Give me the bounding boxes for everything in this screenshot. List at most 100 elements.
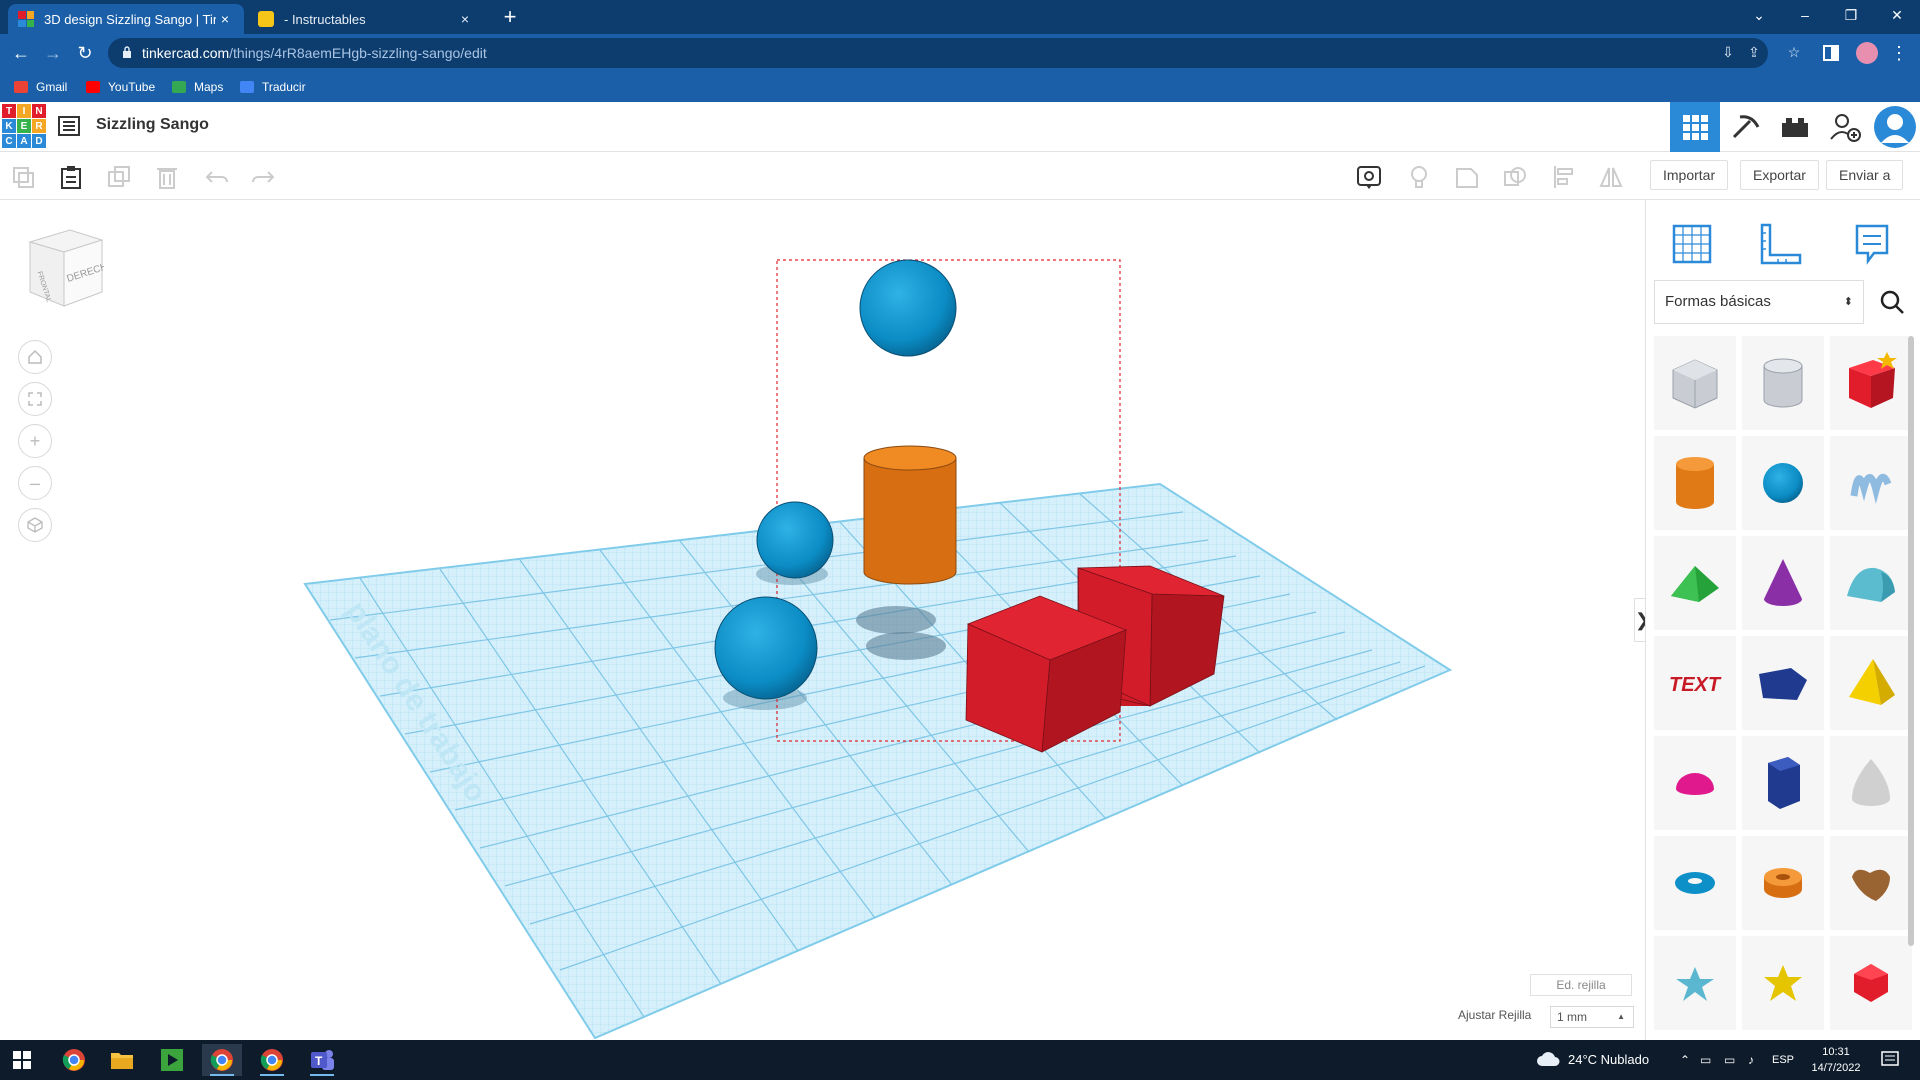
home-view-button[interactable] <box>18 340 52 374</box>
notes-tab[interactable] <box>1842 214 1902 274</box>
taskbar-chrome-2[interactable] <box>252 1044 292 1076</box>
start-button[interactable] <box>2 1044 42 1076</box>
reload-icon[interactable]: ↻ <box>72 40 98 66</box>
bricks-view-button[interactable] <box>1770 102 1820 152</box>
shape-sphere[interactable] <box>1742 436 1824 530</box>
user-avatar[interactable] <box>1870 102 1920 152</box>
shape-text[interactable]: TEXT <box>1654 636 1736 730</box>
tab-tinkercad[interactable]: 3D design Sizzling Sango | Tinkercad × <box>8 4 244 34</box>
import-button[interactable]: Importar <box>1650 160 1729 190</box>
tab-instructables[interactable]: - Instructables × <box>248 4 484 34</box>
shape-polygon[interactable] <box>1742 736 1824 830</box>
profile-avatar[interactable] <box>1856 42 1878 64</box>
taskbar-file-explorer[interactable] <box>102 1044 142 1076</box>
bookmark-gmail[interactable]: Gmail <box>14 77 67 97</box>
ruler-tab[interactable] <box>1750 214 1810 274</box>
redo-icon[interactable] <box>250 164 276 190</box>
bookmark-traducir[interactable]: Traducir <box>240 77 306 97</box>
clock[interactable]: 10:31 14/7/2022 <box>1806 1044 1866 1076</box>
edit-grid-button[interactable]: Ed. rejilla <box>1530 974 1632 996</box>
bookmark-youtube[interactable]: YouTube <box>86 77 155 97</box>
shape-heart[interactable] <box>1830 836 1912 930</box>
shape-cone[interactable] <box>1742 536 1824 630</box>
shape-star-2[interactable] <box>1742 936 1824 1030</box>
language-indicator[interactable]: ESP <box>1772 1040 1794 1080</box>
copy-icon[interactable] <box>10 164 36 190</box>
minimize-icon[interactable]: – <box>1782 0 1828 30</box>
tinkercad-logo[interactable]: T I N K E R C A D <box>2 104 46 148</box>
workplane-tab[interactable] <box>1662 214 1722 274</box>
duplicate-icon[interactable] <box>106 164 132 190</box>
delete-icon[interactable] <box>154 164 180 190</box>
shape-box[interactable] <box>1830 336 1912 430</box>
url-input[interactable]: tinkercad.com/things/4rR8aemEHgb-sizzlin… <box>108 38 1768 68</box>
weather-text[interactable]: 24°C Nublado <box>1568 1040 1649 1080</box>
shape-star[interactable] <box>1654 936 1736 1030</box>
mirror-icon[interactable] <box>1598 164 1624 190</box>
restore-icon[interactable]: ❐ <box>1828 0 1874 30</box>
new-tab-button[interactable]: + <box>496 4 524 32</box>
shape-prism[interactable] <box>1742 636 1824 730</box>
view-notes-icon[interactable] <box>1356 164 1382 190</box>
share-icon[interactable]: ⇪ <box>1744 44 1764 62</box>
paste-icon[interactable] <box>58 164 84 190</box>
snap-grid-select[interactable]: 1 mm ▲ <box>1550 1006 1634 1028</box>
fit-view-button[interactable] <box>18 382 52 416</box>
shape-category-select[interactable]: Formas básicas ⬍ <box>1654 280 1864 324</box>
bookmark-star-icon[interactable]: ☆ <box>1784 44 1804 62</box>
shape-icosahedron[interactable] <box>1830 936 1912 1030</box>
close-tab-icon[interactable]: × <box>456 11 474 27</box>
lightbulb-icon[interactable] <box>1406 164 1432 190</box>
design-title[interactable]: Sizzling Sango <box>96 116 209 134</box>
shape-round-roof[interactable] <box>1830 536 1912 630</box>
tray-chevron-icon[interactable]: ⌃ <box>1680 1040 1690 1080</box>
shape-search-button[interactable] <box>1870 280 1914 324</box>
taskbar-chrome-profile[interactable] <box>202 1044 242 1076</box>
zoom-out-button[interactable]: – <box>18 466 52 500</box>
shape-pyramid[interactable] <box>1830 636 1912 730</box>
install-app-icon[interactable]: ⇩ <box>1718 44 1738 62</box>
shape-torus[interactable] <box>1654 836 1736 930</box>
blocks-view-button[interactable] <box>1720 102 1770 152</box>
view-cube[interactable]: FRONTAL DERECHA <box>24 226 104 310</box>
taskbar-teams[interactable]: T <box>302 1044 342 1076</box>
close-tab-icon[interactable]: × <box>216 11 234 27</box>
3d-workspace[interactable]: plano de trabajo FRONTAL DERECHA + – Ed.… <box>0 200 1650 1040</box>
notifications-icon[interactable] <box>1880 1050 1900 1070</box>
forward-icon[interactable]: → <box>40 40 66 66</box>
shape-cylinder[interactable] <box>1654 436 1736 530</box>
tab-search-icon[interactable]: ⌄ <box>1736 0 1782 30</box>
bookmark-maps[interactable]: Maps <box>172 77 223 97</box>
sphere-front[interactable] <box>714 596 818 700</box>
ungroup-icon[interactable] <box>1502 164 1528 190</box>
design-list-icon[interactable] <box>58 116 80 136</box>
3d-design-view-button[interactable] <box>1670 102 1720 152</box>
browser-menu-icon[interactable]: ⋮ <box>1886 40 1912 66</box>
taskbar-media-app[interactable] <box>152 1044 192 1076</box>
undo-icon[interactable] <box>204 164 230 190</box>
shape-paraboloid[interactable] <box>1830 736 1912 830</box>
side-panel-icon[interactable] <box>1822 44 1840 62</box>
shape-tube[interactable] <box>1742 836 1824 930</box>
shape-box-hole[interactable] <box>1654 336 1736 430</box>
sphere-floating[interactable] <box>859 259 957 357</box>
send-to-button[interactable]: Enviar a <box>1826 160 1904 190</box>
shape-cylinder-hole[interactable] <box>1742 336 1824 430</box>
zoom-in-button[interactable]: + <box>18 424 52 458</box>
shape-roof[interactable] <box>1654 536 1736 630</box>
cylinder-orange[interactable] <box>863 445 957 585</box>
export-button[interactable]: Exportar <box>1740 160 1819 190</box>
perspective-button[interactable] <box>18 508 52 542</box>
shape-half-sphere[interactable] <box>1654 736 1736 830</box>
sphere-back[interactable] <box>756 501 834 579</box>
display-icon[interactable]: ▭ <box>1724 1040 1735 1080</box>
scene-canvas[interactable]: plano de trabajo <box>0 200 1645 1040</box>
panel-scrollbar[interactable] <box>1908 336 1914 946</box>
network-icon[interactable]: ▭ <box>1700 1040 1711 1080</box>
add-user-button[interactable] <box>1820 102 1870 152</box>
align-icon[interactable] <box>1552 164 1578 190</box>
taskbar-chrome[interactable] <box>54 1044 94 1076</box>
close-window-icon[interactable]: ✕ <box>1874 0 1920 30</box>
volume-icon[interactable]: ♪ <box>1748 1040 1754 1080</box>
shape-scribble[interactable] <box>1830 436 1912 530</box>
